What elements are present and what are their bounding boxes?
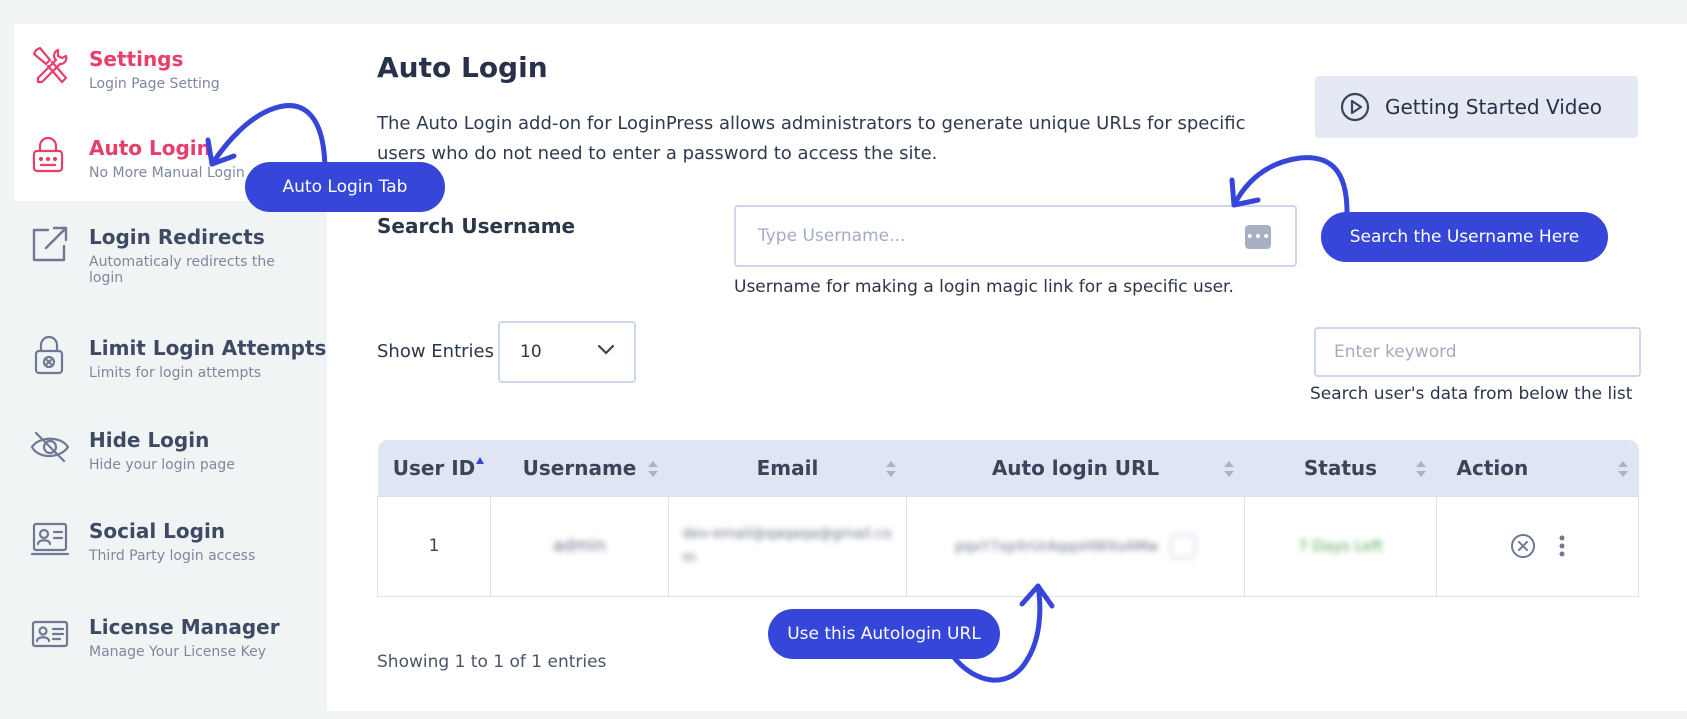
- status-value: 7 Days Left: [1298, 537, 1383, 555]
- sidebar-item-subtitle: No More Manual Login: [89, 165, 245, 181]
- id-card-icon: [30, 522, 70, 556]
- show-entries-select[interactable]: 10: [498, 321, 636, 383]
- annotation-search-here: Search the Username Here: [1321, 212, 1608, 262]
- sort-icon: [647, 461, 658, 477]
- col-header-username[interactable]: Username: [490, 440, 669, 496]
- sort-icon: [1415, 461, 1426, 477]
- cell-email: dev-email@qaqaqa@gmail.com: [668, 495, 907, 597]
- username-help-text: Username for making a login magic link f…: [734, 277, 1234, 297]
- sidebar-item-login-redirects[interactable]: Login Redirects Automaticaly redirects t…: [14, 202, 327, 298]
- sidebar-item-hide-login[interactable]: Hide Login Hide your login page: [14, 405, 327, 501]
- search-username-label: Search Username: [377, 214, 576, 238]
- main-panel: Auto Login The Auto Login add-on for Log…: [327, 24, 1687, 711]
- col-header-user-id[interactable]: User ID: [377, 440, 491, 496]
- sidebar-item-subtitle: Manage Your License Key: [89, 644, 267, 660]
- play-circle-icon: [1340, 92, 1370, 122]
- users-table: User ID Username Email Auto login URL St…: [377, 440, 1639, 597]
- col-header-action[interactable]: Action: [1436, 440, 1639, 496]
- cell-username: admin: [490, 495, 669, 597]
- sidebar-item-social-login[interactable]: Social Login Third Party login access: [14, 496, 327, 592]
- sort-icon: [885, 461, 896, 477]
- show-entries-label: Show Entries: [377, 341, 494, 362]
- sidebar-item-settings[interactable]: Settings Login Page Setting: [14, 24, 327, 120]
- password-manager-icon[interactable]: •••: [1245, 225, 1271, 249]
- page-description: The Auto Login add-on for LoginPress all…: [377, 113, 1246, 164]
- keyword-search-input[interactable]: [1314, 327, 1641, 377]
- copy-icon[interactable]: [1169, 533, 1196, 559]
- sidebar-item-subtitle: Third Party login access: [89, 548, 256, 564]
- sidebar-item-title: Login Redirects: [89, 225, 265, 249]
- sort-icon: [1617, 461, 1628, 477]
- annotation-auto-login-tab: Auto Login Tab: [245, 162, 445, 212]
- username-value: admin: [552, 536, 607, 556]
- username-input[interactable]: [736, 207, 1295, 265]
- tools-icon: [32, 46, 68, 84]
- sidebar-item-subtitle: Hide your login page: [89, 457, 235, 473]
- row-actions: [1437, 533, 1638, 559]
- sidebar-item-title: Hide Login: [89, 428, 210, 452]
- sidebar-item-title: Auto Login: [89, 136, 211, 160]
- col-header-email[interactable]: Email: [668, 440, 907, 496]
- col-header-auto-login-url[interactable]: Auto login URL: [906, 440, 1245, 496]
- cell-user-id: 1: [377, 495, 491, 597]
- sidebar-item-subtitle: Login Page Setting: [89, 76, 220, 92]
- getting-started-video-button[interactable]: Getting Started Video: [1315, 76, 1638, 138]
- cell-status: 7 Days Left: [1244, 495, 1437, 597]
- cell-auto-login-url[interactable]: pqxY7xpXrUrAqqoHWXoAMw: [906, 495, 1245, 597]
- sidebar-item-subtitle: Limits for login attempts: [89, 365, 262, 381]
- license-card-icon: [31, 620, 69, 648]
- email-value: dev-email@qaqaqa@gmail.com: [682, 526, 892, 566]
- col-header-status[interactable]: Status: [1244, 440, 1437, 496]
- sidebar-item-subtitle: Automaticaly redirects the login: [89, 254, 275, 286]
- sort-icon: [1223, 461, 1234, 477]
- delete-circle-x-icon[interactable]: [1510, 533, 1536, 559]
- padlock-icon: [34, 335, 64, 375]
- sidebar: Settings Login Page Setting Auto Login N…: [14, 24, 327, 719]
- table-header-row: User ID Username Email Auto login URL St…: [377, 440, 1639, 496]
- annotation-use-url: Use this Autologin URL: [768, 609, 1000, 659]
- sidebar-item-title: Settings: [89, 47, 184, 71]
- sidebar-item-title: Social Login: [89, 519, 226, 543]
- cell-action: [1436, 495, 1639, 597]
- show-entries-value: 10: [520, 342, 542, 362]
- pagination-info: Showing 1 to 1 of 1 entries: [377, 652, 607, 672]
- chevron-down-icon: [597, 344, 615, 355]
- sort-asc-icon: [475, 457, 484, 464]
- video-button-label: Getting Started Video: [1385, 95, 1603, 119]
- keyword-help-text: Search user's data from below the list: [1310, 384, 1633, 404]
- external-link-icon: [32, 226, 68, 262]
- sidebar-item-title: Limit Login Attempts: [89, 336, 327, 360]
- sidebar-item-title: License Manager: [89, 615, 280, 639]
- lock-keyboard-icon: [32, 136, 64, 173]
- username-field-wrapper: •••: [734, 205, 1297, 267]
- sidebar-item-license-manager[interactable]: License Manager Manage Your License Key: [14, 592, 327, 688]
- page-title: Auto Login: [377, 51, 548, 84]
- auto-login-url-value[interactable]: pqxY7xpXrUrAqqoHWXoAMw: [955, 539, 1158, 555]
- more-vertical-icon[interactable]: [1558, 534, 1566, 558]
- table-row: 1 admin dev-email@qaqaqa@gmail.com pqxY7…: [377, 495, 1639, 597]
- eye-slash-icon: [30, 431, 70, 463]
- sidebar-item-limit-login-attempts[interactable]: Limit Login Attempts Limits for login at…: [14, 313, 327, 409]
